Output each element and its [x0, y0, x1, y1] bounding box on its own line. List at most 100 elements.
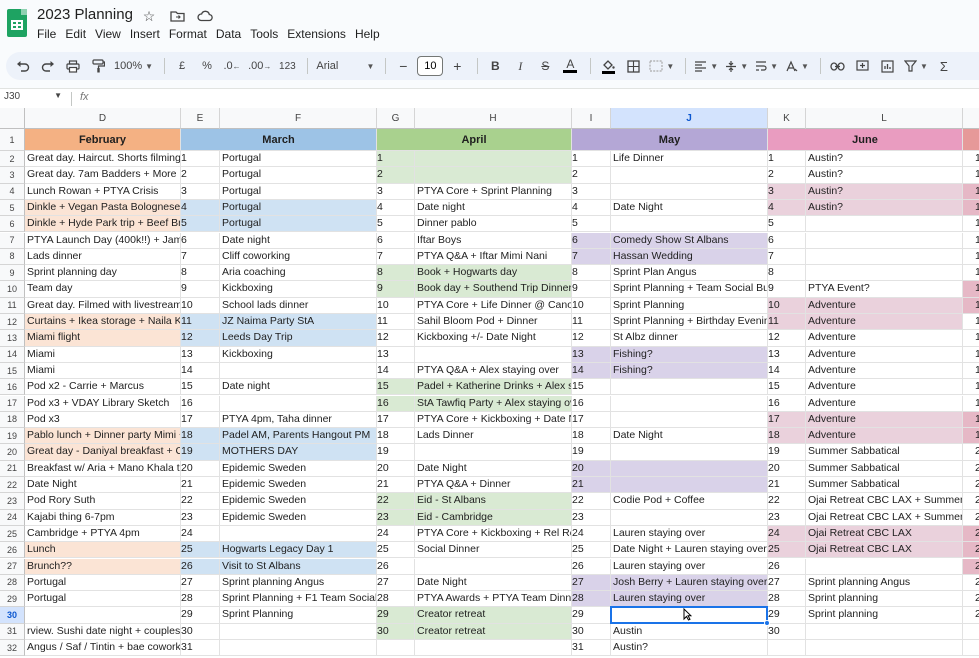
april-entry[interactable]: PTYA Core + Sprint Planning — [415, 183, 572, 200]
march-entry[interactable]: Epidemic Sweden — [220, 460, 377, 477]
april-entry[interactable]: Book day + Southend Trip Dinner — [415, 281, 572, 298]
march-entry[interactable]: Epidemic Sweden — [220, 509, 377, 526]
april-entry[interactable] — [415, 558, 572, 575]
day-number[interactable]: 4 — [768, 199, 806, 217]
partial-column-cell[interactable]: 1 — [963, 249, 979, 266]
day-number[interactable]: 21 — [181, 477, 220, 494]
partial-column-cell[interactable]: 1 — [963, 330, 979, 347]
march-entry[interactable]: Hogwarts Legacy Day 1 — [220, 542, 377, 559]
day-number[interactable]: 22 — [181, 493, 220, 510]
menu-help[interactable]: Help — [355, 27, 385, 41]
column-header[interactable]: J — [611, 108, 768, 129]
may-entry[interactable]: Lauren staying over — [611, 525, 768, 543]
february-entry[interactable]: Lads dinner — [25, 248, 181, 266]
cell[interactable] — [963, 129, 979, 151]
april-entry[interactable]: Iftar Boys — [415, 232, 572, 249]
february-entry[interactable]: Miami — [25, 346, 181, 363]
partial-column-cell[interactable]: 1 — [963, 379, 979, 396]
february-entry[interactable]: Team day — [25, 281, 181, 298]
day-number[interactable]: 16 — [377, 395, 415, 412]
march-entry[interactable]: Kickboxing — [220, 346, 377, 363]
april-entry[interactable]: PTYA Core + Life Dinner @ Canor — [415, 297, 572, 314]
day-number[interactable]: 4 — [572, 199, 611, 217]
day-number[interactable]: 27 — [572, 574, 611, 592]
april-entry[interactable] — [415, 151, 572, 168]
june-entry[interactable]: Sprint planning Angus — [806, 574, 963, 592]
column-header[interactable]: K — [768, 108, 806, 129]
april-entry[interactable]: PTYA Awards + PTYA Team Dinne — [415, 591, 572, 608]
day-number[interactable]: 8 — [181, 265, 220, 282]
partial-column-cell[interactable]: 1 — [963, 363, 979, 380]
april-entry[interactable]: Lads Dinner — [415, 428, 572, 445]
june-entry[interactable]: Austin? — [806, 151, 963, 168]
may-entry[interactable]: Fishing? — [611, 346, 768, 363]
may-entry[interactable]: Lauren staying over — [611, 591, 768, 608]
day-number[interactable]: 16 — [768, 395, 806, 412]
column-header[interactable]: D — [25, 108, 181, 129]
february-entry[interactable]: Great day. Filmed with livestream i — [25, 297, 181, 314]
june-entry[interactable]: Summer Sabbatical — [806, 444, 963, 461]
march-entry[interactable]: School lads dinner — [220, 297, 377, 314]
march-entry[interactable]: Epidemic Sweden — [220, 477, 377, 494]
menu-file[interactable]: File — [37, 27, 61, 41]
march-entry[interactable]: Portugal — [220, 183, 377, 200]
partial-column-cell[interactable]: 1 — [963, 428, 979, 445]
april-entry[interactable]: Date Night — [415, 574, 572, 592]
column-header[interactable]: E — [181, 108, 220, 129]
day-number[interactable]: 25 — [377, 542, 415, 559]
june-entry[interactable]: Adventure — [806, 297, 963, 314]
partial-column-cell[interactable]: 1 — [963, 347, 979, 363]
text-wrapping-icon[interactable]: ▼ — [753, 55, 780, 77]
may-entry[interactable]: Date Night — [611, 428, 768, 445]
may-entry[interactable]: Sprint Planning — [611, 297, 768, 314]
day-number[interactable]: 18 — [768, 428, 806, 445]
partial-column-cell[interactable]: 1 — [963, 396, 979, 412]
may-entry[interactable]: Comedy Show St Albans — [611, 232, 768, 249]
row-header[interactable]: 12 — [0, 314, 25, 331]
day-number[interactable]: 30 — [572, 623, 611, 640]
february-entry[interactable]: Miami flight — [25, 330, 181, 347]
april-entry[interactable]: Eid - St Albans — [415, 493, 572, 510]
day-number[interactable]: 7 — [377, 248, 415, 266]
may-entry[interactable]: Josh Berry + Lauren staying over — [611, 574, 768, 592]
april-entry[interactable]: Creator retreat — [415, 607, 572, 624]
partial-column-cell[interactable]: 1 — [963, 183, 979, 200]
borders-icon[interactable] — [622, 55, 644, 77]
march-entry[interactable]: Sprint planning Angus — [220, 574, 377, 592]
february-entry[interactable]: Lunch Rowan + PTYA Crisis — [25, 183, 181, 200]
day-number[interactable]: 29 — [181, 607, 220, 624]
move-to-folder-icon[interactable] — [168, 8, 186, 24]
march-entry[interactable]: PTYA 4pm, Taha dinner — [220, 411, 377, 429]
may-entry[interactable] — [611, 509, 768, 526]
june-entry[interactable]: Adventure — [806, 330, 963, 347]
day-number[interactable]: 23 — [572, 509, 611, 526]
day-number[interactable]: 19 — [377, 444, 415, 461]
april-entry[interactable]: PTYA Core + Kickboxing + Date N — [415, 411, 572, 429]
day-number[interactable]: 16 — [572, 395, 611, 412]
column-header[interactable]: G — [377, 108, 415, 129]
day-number[interactable]: 9 — [377, 281, 415, 298]
decrease-font-size-button[interactable]: − — [392, 55, 414, 77]
may-entry[interactable]: Fishing? — [611, 362, 768, 380]
june-entry[interactable]: Adventure — [806, 428, 963, 445]
row-header[interactable]: 32 — [0, 640, 25, 657]
day-number[interactable]: 9 — [181, 281, 220, 298]
may-entry[interactable]: Sprint Plan Angus — [611, 265, 768, 282]
may-entry[interactable]: Lauren staying over — [611, 558, 768, 575]
day-number[interactable]: 4 — [181, 199, 220, 217]
day-number[interactable]: 8 — [572, 265, 611, 282]
march-entry[interactable]: Date night — [220, 232, 377, 249]
june-entry[interactable]: Austin? — [806, 183, 963, 200]
row-header[interactable]: 2 — [0, 151, 25, 168]
march-entry[interactable]: Date night — [220, 379, 377, 396]
june-entry[interactable]: Adventure — [806, 314, 963, 331]
june-entry[interactable]: Adventure — [806, 362, 963, 380]
day-number[interactable]: 29 — [572, 607, 611, 624]
march-entry[interactable]: MOTHERS DAY — [220, 444, 377, 461]
day-number[interactable]: 25 — [572, 542, 611, 559]
partial-column-cell[interactable]: 1 — [963, 314, 979, 331]
row-header[interactable]: 23 — [0, 493, 25, 510]
february-entry[interactable]: Cambridge + PTYA 4pm — [25, 525, 181, 543]
partial-column-cell[interactable] — [963, 640, 979, 657]
day-number[interactable]: 10 — [768, 297, 806, 314]
